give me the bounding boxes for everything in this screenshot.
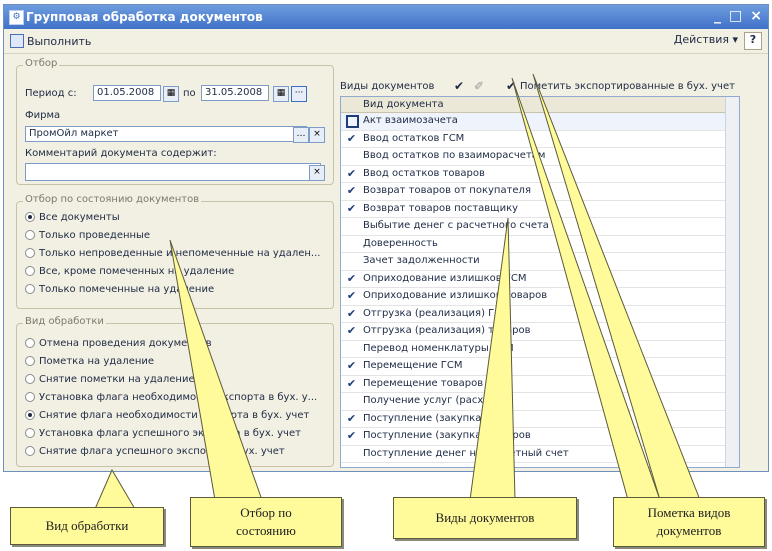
callout-processing-type: Вид обработки — [10, 507, 164, 545]
callout-state-text-2: состоянию — [236, 523, 296, 538]
callout-processing-text: Вид обработки — [45, 518, 129, 533]
callout-pointers — [94, 73, 701, 510]
callout-state-text-1: Отбор по — [240, 505, 292, 520]
callout-mark-types: Пометка видов документов — [613, 497, 765, 547]
pointer-mark-left — [511, 77, 661, 501]
callout-doc-types: Виды документов — [393, 497, 577, 539]
pointer-processing — [94, 468, 136, 510]
pointer-doc-types — [469, 217, 516, 501]
callout-mark-text-1: Пометка видов — [647, 505, 731, 520]
callout-state-filter: Отбор по состоянию — [190, 497, 342, 547]
callout-mark-text-2: документов — [656, 523, 722, 538]
pointer-state — [169, 239, 263, 501]
callout-doc-types-text: Виды документов — [435, 510, 535, 525]
